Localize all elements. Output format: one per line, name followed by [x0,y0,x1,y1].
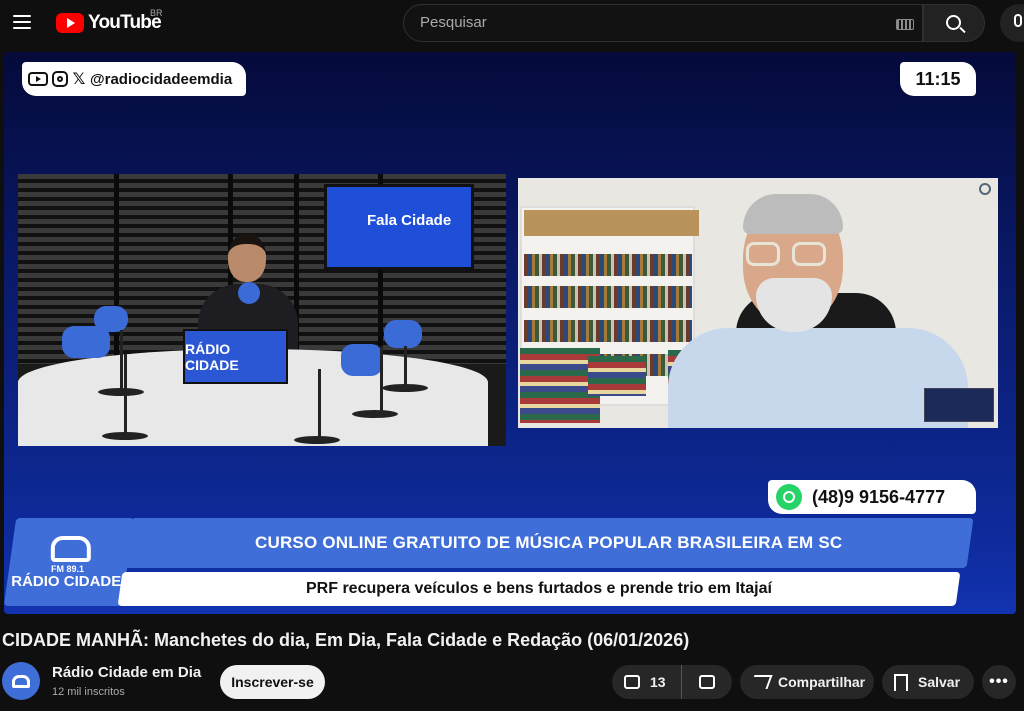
headline-bottom-text: PRF recupera veículos e bens furtados e … [306,580,772,597]
station-name: RÁDIO CIDADE [11,572,122,590]
region-code: BR [150,8,163,18]
save-button[interactable]: Salvar [882,665,974,699]
tv-show-title: Fala Cidade [367,212,452,229]
share-label: Compartilhar [778,674,866,690]
guest-camera-feed [518,178,998,428]
camera-indicator-icon [979,183,991,195]
hamburger-menu-icon[interactable] [8,8,36,36]
dislike-button[interactable] [682,665,732,699]
studio-mic [238,282,260,304]
glasses [746,242,780,266]
video-player[interactable]: 𝕏 @radiocidadeemdia 11:15 Fala Cidade RÁ… [0,46,1024,622]
keyboard-icon[interactable] [896,19,914,30]
channel-name[interactable]: Rádio Cidade em Dia [52,664,201,681]
studio-mic [62,326,110,358]
studio-mic [384,320,422,348]
like-count: 13 [650,674,666,690]
headline-banner: CURSO ONLINE GRATUITO DE MÚSICA POPULAR … [124,518,974,568]
more-actions-button[interactable]: ••• [982,665,1016,699]
whatsapp-icon [776,484,802,510]
studio-camera-feed: Fala Cidade RÁDIO CIDADE [18,174,506,446]
social-handle-badge: 𝕏 @radiocidadeemdia [22,62,247,96]
search-button[interactable] [923,4,985,42]
social-handle: @radiocidadeemdia [90,70,233,88]
search-box [403,4,923,42]
laptop: RÁDIO CIDADE [183,329,288,384]
station-frequency: FM 89.1 [51,563,85,574]
save-label: Salvar [918,674,961,690]
studio-mic [341,344,383,376]
video-frame[interactable]: 𝕏 @radiocidadeemdia 11:15 Fala Cidade RÁ… [4,52,1016,614]
youtube-play-icon [56,13,84,33]
book-stack [588,356,646,396]
thumbs-up-icon [624,675,640,689]
whatsapp-number: (48)9 9156-4777 [812,486,946,507]
x-icon: 𝕏 [72,71,86,88]
picture-in-picture-thumbnail [924,388,994,422]
subscriber-count: 12 mil inscritos [52,686,125,698]
masthead: YouTube BR [0,0,1024,46]
search-input[interactable] [420,14,880,31]
guest-shirt [668,328,968,428]
station-logo-icon [50,535,91,562]
like-button[interactable]: 13 [612,665,682,699]
whatsapp-contact-badge: (48)9 9156-4777 [768,480,976,514]
share-button[interactable]: Compartilhar [740,665,874,699]
share-icon [749,675,773,689]
youtube-icon [28,72,48,86]
studio-tv: Fala Cidade [324,184,474,270]
channel-avatar[interactable] [2,662,40,700]
instagram-icon [52,71,68,87]
like-dislike-group: 13 [612,665,732,699]
thumbs-down-icon [699,675,715,689]
clock-badge: 11:15 [900,62,976,96]
voice-search-button[interactable] [1000,4,1024,42]
subscribe-button[interactable]: Inscrever-se [220,665,325,699]
video-title: CIDADE MANHÃ: Manchetes do dia, Em Dia, … [2,630,690,650]
headline-top-text: CURSO ONLINE GRATUITO DE MÚSICA POPULAR … [255,533,843,552]
station-logo: FM 89.1 RÁDIO CIDADE [4,518,135,606]
youtube-logo[interactable]: YouTube [56,12,162,34]
bookmark-icon [894,673,908,691]
microphone-icon [1014,14,1022,27]
news-ticker: PRF recupera veículos e bens furtados e … [117,572,961,606]
